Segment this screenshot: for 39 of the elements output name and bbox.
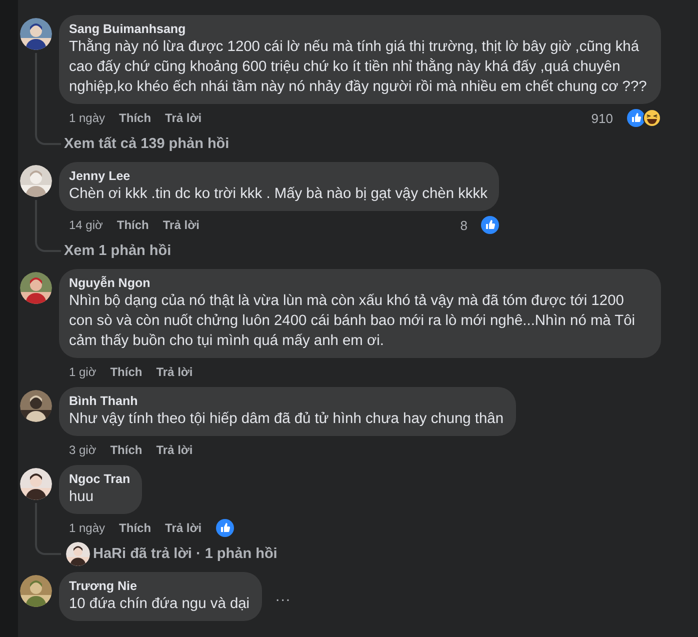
action-link[interactable]: Thích	[119, 111, 152, 125]
view-replies-link[interactable]: Xem 1 phản hồi	[64, 243, 172, 259]
timestamp[interactable]: 1 ngày	[69, 521, 106, 535]
view-replies-link[interactable]: HaRi đã trả lời · 1 phản hồi	[93, 546, 278, 562]
thumbs-up-icon	[627, 109, 645, 127]
action-link[interactable]: Thích	[110, 443, 142, 457]
timestamp[interactable]: 1 ngày	[69, 111, 106, 125]
action-link[interactable]: Thích	[119, 521, 152, 535]
author-name[interactable]: Trương Nie	[69, 578, 250, 594]
action-link[interactable]: Thích	[116, 218, 149, 232]
reaction-count[interactable]: 910	[591, 110, 613, 126]
reaction-count[interactable]: 8	[460, 218, 468, 232]
view-replies-link[interactable]: Xem tất cả 139 phản hồi	[64, 136, 230, 152]
author-name[interactable]: Bình Thanh	[69, 393, 504, 409]
action-link[interactable]: Trả lời	[156, 365, 193, 379]
action-link[interactable]: Trả lời	[165, 111, 202, 125]
comment-text: Thằng này nó lừa được 1200 cái lờ nếu mà tính giá thị trường, thịt lờ bây giờ ,cũng khá cao đấy chứ cũng khoảng 600 triệu chứ ko ít tiền nhỉ thằng này khá đấy ,quá chuyên nghiệp,ko khéo ếch nhái tầm này nó nhảy đầy người rồi mà nhiều em chết chung cơ ???	[69, 37, 648, 97]
timestamp[interactable]: 14 giờ	[69, 218, 103, 232]
author-name[interactable]: Ngoc Tran	[69, 471, 130, 487]
author-name[interactable]: Sang Buimanhsang	[69, 21, 649, 37]
comment-text: Như vậy tính theo tội hiếp dâm đã đủ tử hình chưa hay chung thân	[69, 410, 504, 429]
thread-line	[35, 503, 61, 555]
author-name[interactable]: Jenny Lee	[69, 168, 488, 184]
author-name[interactable]: Nguyễn Ngon	[69, 275, 649, 291]
comment-text: huu	[69, 488, 95, 507]
thread-line	[35, 200, 61, 252]
action-link[interactable]: Trả lời	[162, 218, 200, 232]
timestamp[interactable]: 1 giờ	[69, 365, 96, 379]
action-link[interactable]: Thích	[110, 365, 142, 379]
timestamp[interactable]: 3 giờ	[69, 443, 96, 457]
action-link[interactable]: Trả lời	[165, 521, 202, 535]
thumbs-up-icon	[481, 216, 500, 234]
comment-text: Nhìn bộ dạng của nó thật là vừa lùn mà còn xấu khó tả vậy mà đã tóm được tới 1200 con sò và còn nuốt chửng luôn 2400 cái bánh bao mới ra lò mới nghê...Nhìn nó mà Tôi cảm thấy buồn cho tụi mình quá mấy anh em ơi.	[69, 292, 636, 351]
action-link[interactable]: Trả lời	[156, 443, 193, 457]
comment-text: Chèn ơi kkk .tin dc ko trời kkk . Mấy bà nào bị gạt vậy chèn kkkk	[69, 185, 488, 204]
more-options-button[interactable]: ...	[270, 588, 298, 605]
thumbs-up-icon	[216, 519, 234, 537]
comment-text: 10 đứa chín đứa ngu và dại	[69, 595, 250, 614]
laughing-emoji-icon	[643, 109, 661, 127]
